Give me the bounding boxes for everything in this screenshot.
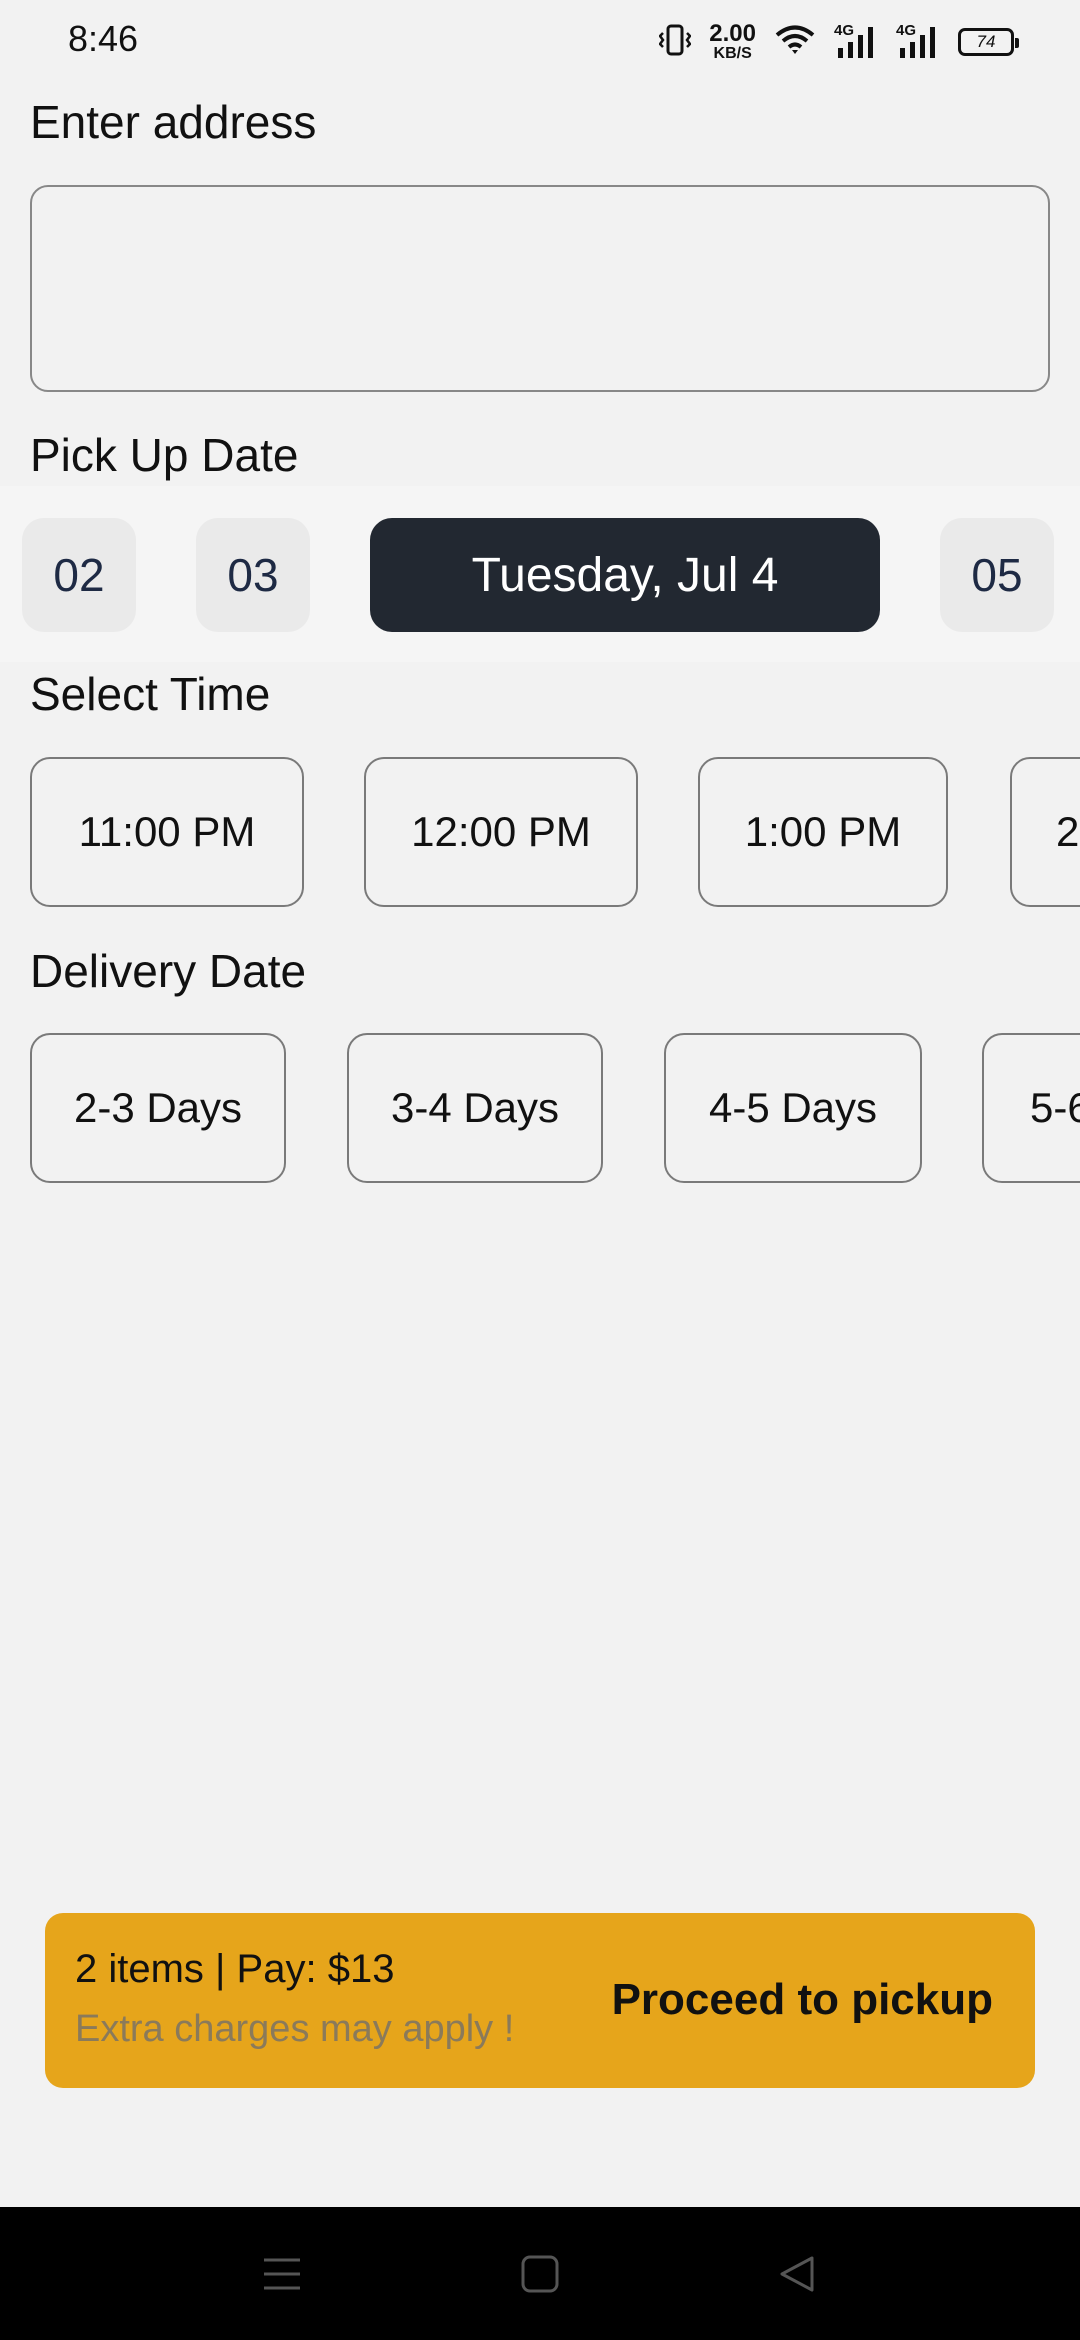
pickup-date-picker[interactable]: 02 03 Tuesday, Jul 4 05 xyxy=(0,486,1080,662)
proceed-label: Proceed to pickup xyxy=(611,1975,993,2024)
net-speed-value: 2.00 xyxy=(709,20,756,47)
time-option[interactable]: 12:00 PM xyxy=(364,757,638,907)
back-icon[interactable] xyxy=(770,2247,824,2301)
signal-icon-2: 4G xyxy=(896,22,940,60)
status-icons: 2.00 KB/S 4G 4G 74 xyxy=(658,18,1019,66)
system-nav-bar xyxy=(0,2207,1080,2340)
time-option[interactable]: 11:00 PM xyxy=(30,757,304,907)
date-chip[interactable]: 02 xyxy=(22,518,136,632)
net-speed: 2.00 KB/S xyxy=(709,22,756,62)
battery-level: 74 xyxy=(976,32,996,51)
time-option[interactable]: 2 xyxy=(1010,757,1080,907)
date-chip[interactable]: 05 xyxy=(940,518,1054,632)
delivery-option[interactable]: 3-4 Days xyxy=(347,1033,603,1183)
net-speed-unit: KB/S xyxy=(713,45,752,62)
delivery-option[interactable]: 4-5 Days xyxy=(664,1033,922,1183)
battery-icon: 74 xyxy=(958,28,1019,56)
date-chip-selected[interactable]: Tuesday, Jul 4 xyxy=(370,518,880,632)
wifi-icon xyxy=(774,23,816,62)
signal-icon-1: 4G xyxy=(834,22,878,60)
menu-icon[interactable] xyxy=(255,2247,309,2301)
vibrate-icon xyxy=(658,23,692,62)
delivery-option[interactable]: 2-3 Days xyxy=(30,1033,286,1183)
date-chip[interactable]: 03 xyxy=(196,518,310,632)
order-summary: 2 items | Pay: $13 xyxy=(75,1947,395,1991)
delivery-options: 2-3 Days 3-4 Days 4-5 Days 5-6 xyxy=(0,1033,1080,1185)
address-label: Enter address xyxy=(30,96,317,148)
home-icon[interactable] xyxy=(513,2247,567,2301)
delivery-option[interactable]: 5-6 xyxy=(982,1033,1080,1183)
time-label: Select Time xyxy=(30,668,271,720)
address-input[interactable] xyxy=(30,185,1050,392)
extra-charges-note: Extra charges may apply ! xyxy=(75,2008,515,2050)
time-option[interactable]: 1:00 PM xyxy=(698,757,948,907)
delivery-date-label: Delivery Date xyxy=(30,945,307,997)
status-bar: 8:46 2.00 KB/S 4G 4G 74 xyxy=(0,0,1080,84)
pickup-date-label: Pick Up Date xyxy=(30,429,299,481)
proceed-to-pickup-button[interactable]: 2 items | Pay: $13 Extra charges may app… xyxy=(45,1913,1035,2088)
status-time: 8:46 xyxy=(68,18,139,59)
time-options: 11:00 PM 12:00 PM 1:00 PM 2 xyxy=(0,757,1080,909)
